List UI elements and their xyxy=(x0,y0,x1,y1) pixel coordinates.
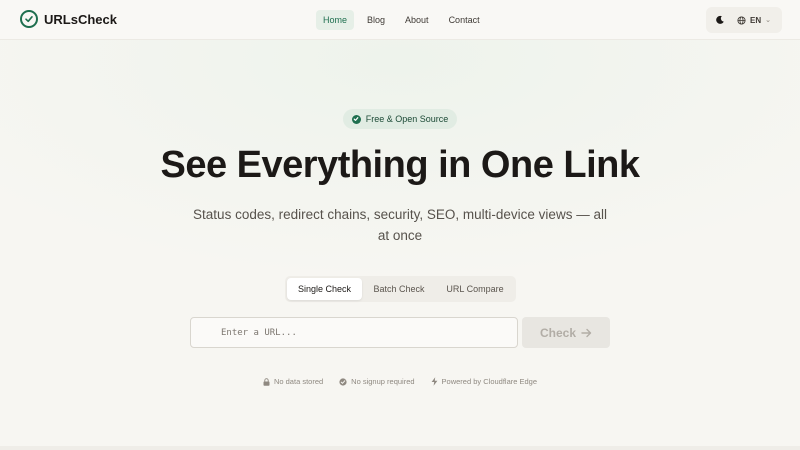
nav-about[interactable]: About xyxy=(398,10,436,30)
nav-blog[interactable]: Blog xyxy=(360,10,392,30)
open-source-badge: Free & Open Source xyxy=(343,109,457,129)
page-title: See Everything in One Link xyxy=(160,144,640,186)
nav-home[interactable]: Home xyxy=(316,10,355,30)
tab-url-compare[interactable]: URL Compare xyxy=(436,278,514,300)
feature-item: No data stored xyxy=(263,377,323,386)
language-label: EN xyxy=(750,15,762,25)
arrow-right-icon xyxy=(581,328,592,337)
moon-icon xyxy=(716,15,724,24)
feature-item: Powered by Cloudflare Edge xyxy=(431,377,537,386)
theme-toggle-button[interactable] xyxy=(709,9,731,31)
lock-icon xyxy=(263,377,270,386)
check-button-label: Check xyxy=(539,325,577,340)
feature-label: No data stored xyxy=(273,377,324,386)
brand-logo[interactable]: URLsCheck xyxy=(20,10,117,28)
page-divider xyxy=(0,446,800,450)
feature-list: No data stored No signup required Powere… xyxy=(0,377,800,386)
main-nav: Home Blog About Contact xyxy=(316,10,487,30)
url-input[interactable] xyxy=(190,317,518,348)
check-circle-icon xyxy=(20,10,38,28)
lightning-icon xyxy=(431,377,437,386)
check-mode-tabs: Single Check Batch Check URL Compare xyxy=(285,276,516,302)
top-header: URLsCheck Home Blog About Contact EN ⌄ xyxy=(0,0,800,40)
page-subtitle: Status codes, redirect chains, security,… xyxy=(193,207,607,243)
feature-label: Powered by Cloudflare Edge xyxy=(441,377,538,386)
check-circle-icon xyxy=(351,114,361,124)
feature-item: No signup required xyxy=(339,377,415,386)
globe-icon xyxy=(737,15,746,25)
feature-label: No signup required xyxy=(351,377,415,386)
brand-name: URLsCheck xyxy=(44,11,117,27)
check-circle-icon xyxy=(339,377,347,386)
tab-batch-check[interactable]: Batch Check xyxy=(362,278,436,300)
tab-single-check[interactable]: Single Check xyxy=(287,278,362,300)
header-tools: EN ⌄ xyxy=(706,7,782,33)
chevron-down-icon: ⌄ xyxy=(765,17,771,24)
check-button[interactable]: Check xyxy=(522,317,610,348)
badge-label: Free & Open Source xyxy=(365,114,449,124)
language-selector[interactable]: EN ⌄ xyxy=(737,16,771,25)
nav-contact[interactable]: Contact xyxy=(442,10,487,30)
